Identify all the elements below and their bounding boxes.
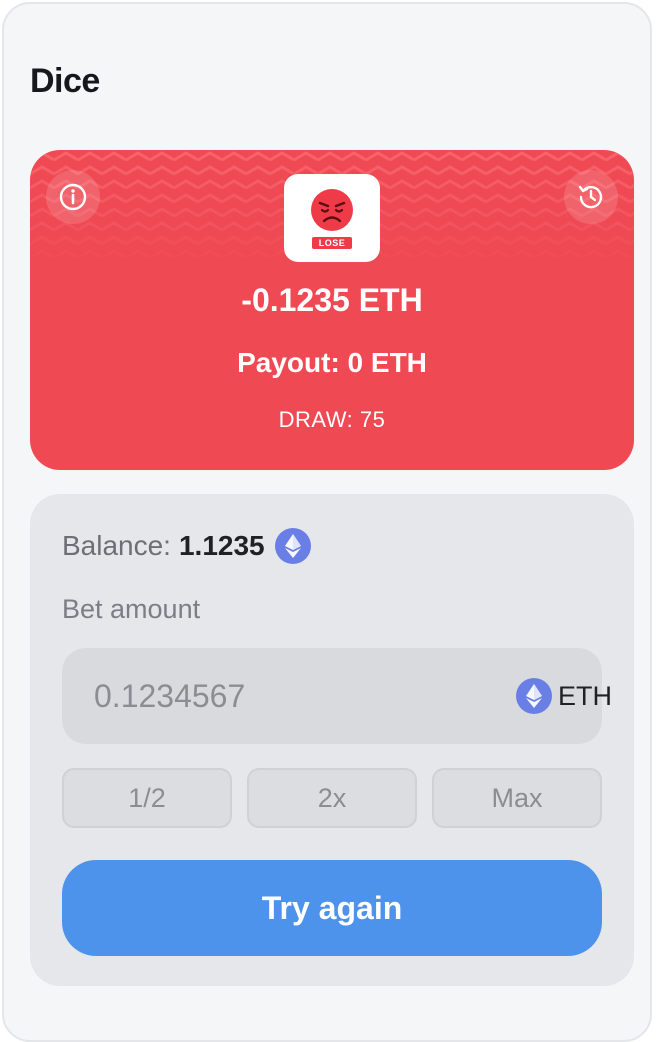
info-button[interactable] — [46, 170, 100, 224]
history-button[interactable] — [564, 170, 618, 224]
bet-amount-label: Bet amount — [62, 594, 201, 624]
quick-bet-row: 1/2 2x Max — [62, 768, 602, 828]
result-amount: -0.1235 ETH — [241, 282, 423, 318]
try-again-button[interactable]: Try again — [62, 860, 602, 956]
bet-amount-field[interactable]: ETH — [62, 648, 612, 744]
dice-game-window: Dice LOSE -0.1235 ETH Payout: 0 ETH DRAW… — [2, 2, 652, 1042]
bet-amount-input[interactable] — [62, 676, 516, 716]
max-bet-button[interactable]: Max — [432, 768, 602, 828]
history-icon — [578, 185, 603, 209]
eth-icon — [274, 528, 311, 564]
angry-face-icon — [311, 189, 353, 231]
page-title: Dice — [30, 62, 100, 100]
result-card: LOSE -0.1235 ETH Payout: 0 ETH DRAW: 75 — [30, 150, 634, 470]
balance-label: Balance: — [62, 530, 171, 561]
result-emoji-box: LOSE — [284, 174, 380, 262]
info-icon — [59, 183, 87, 211]
eth-icon — [516, 678, 552, 714]
currency-selector: ETH — [516, 678, 638, 714]
bet-panel: Balance: 1.1235 Bet amount 0.1234567 ETH… — [30, 494, 634, 986]
lose-badge: LOSE — [311, 237, 353, 249]
half-bet-button[interactable]: 1/2 — [62, 768, 232, 828]
balance-value: 1.1235 — [178, 530, 265, 561]
payout-text: Payout: 0 ETH — [237, 347, 427, 378]
draw-text: DRAW: 75 — [278, 407, 386, 432]
currency-label: ETH — [558, 680, 612, 711]
balance-row: Balance: 1.1235 — [62, 528, 311, 564]
double-bet-button[interactable]: 2x — [247, 768, 417, 828]
